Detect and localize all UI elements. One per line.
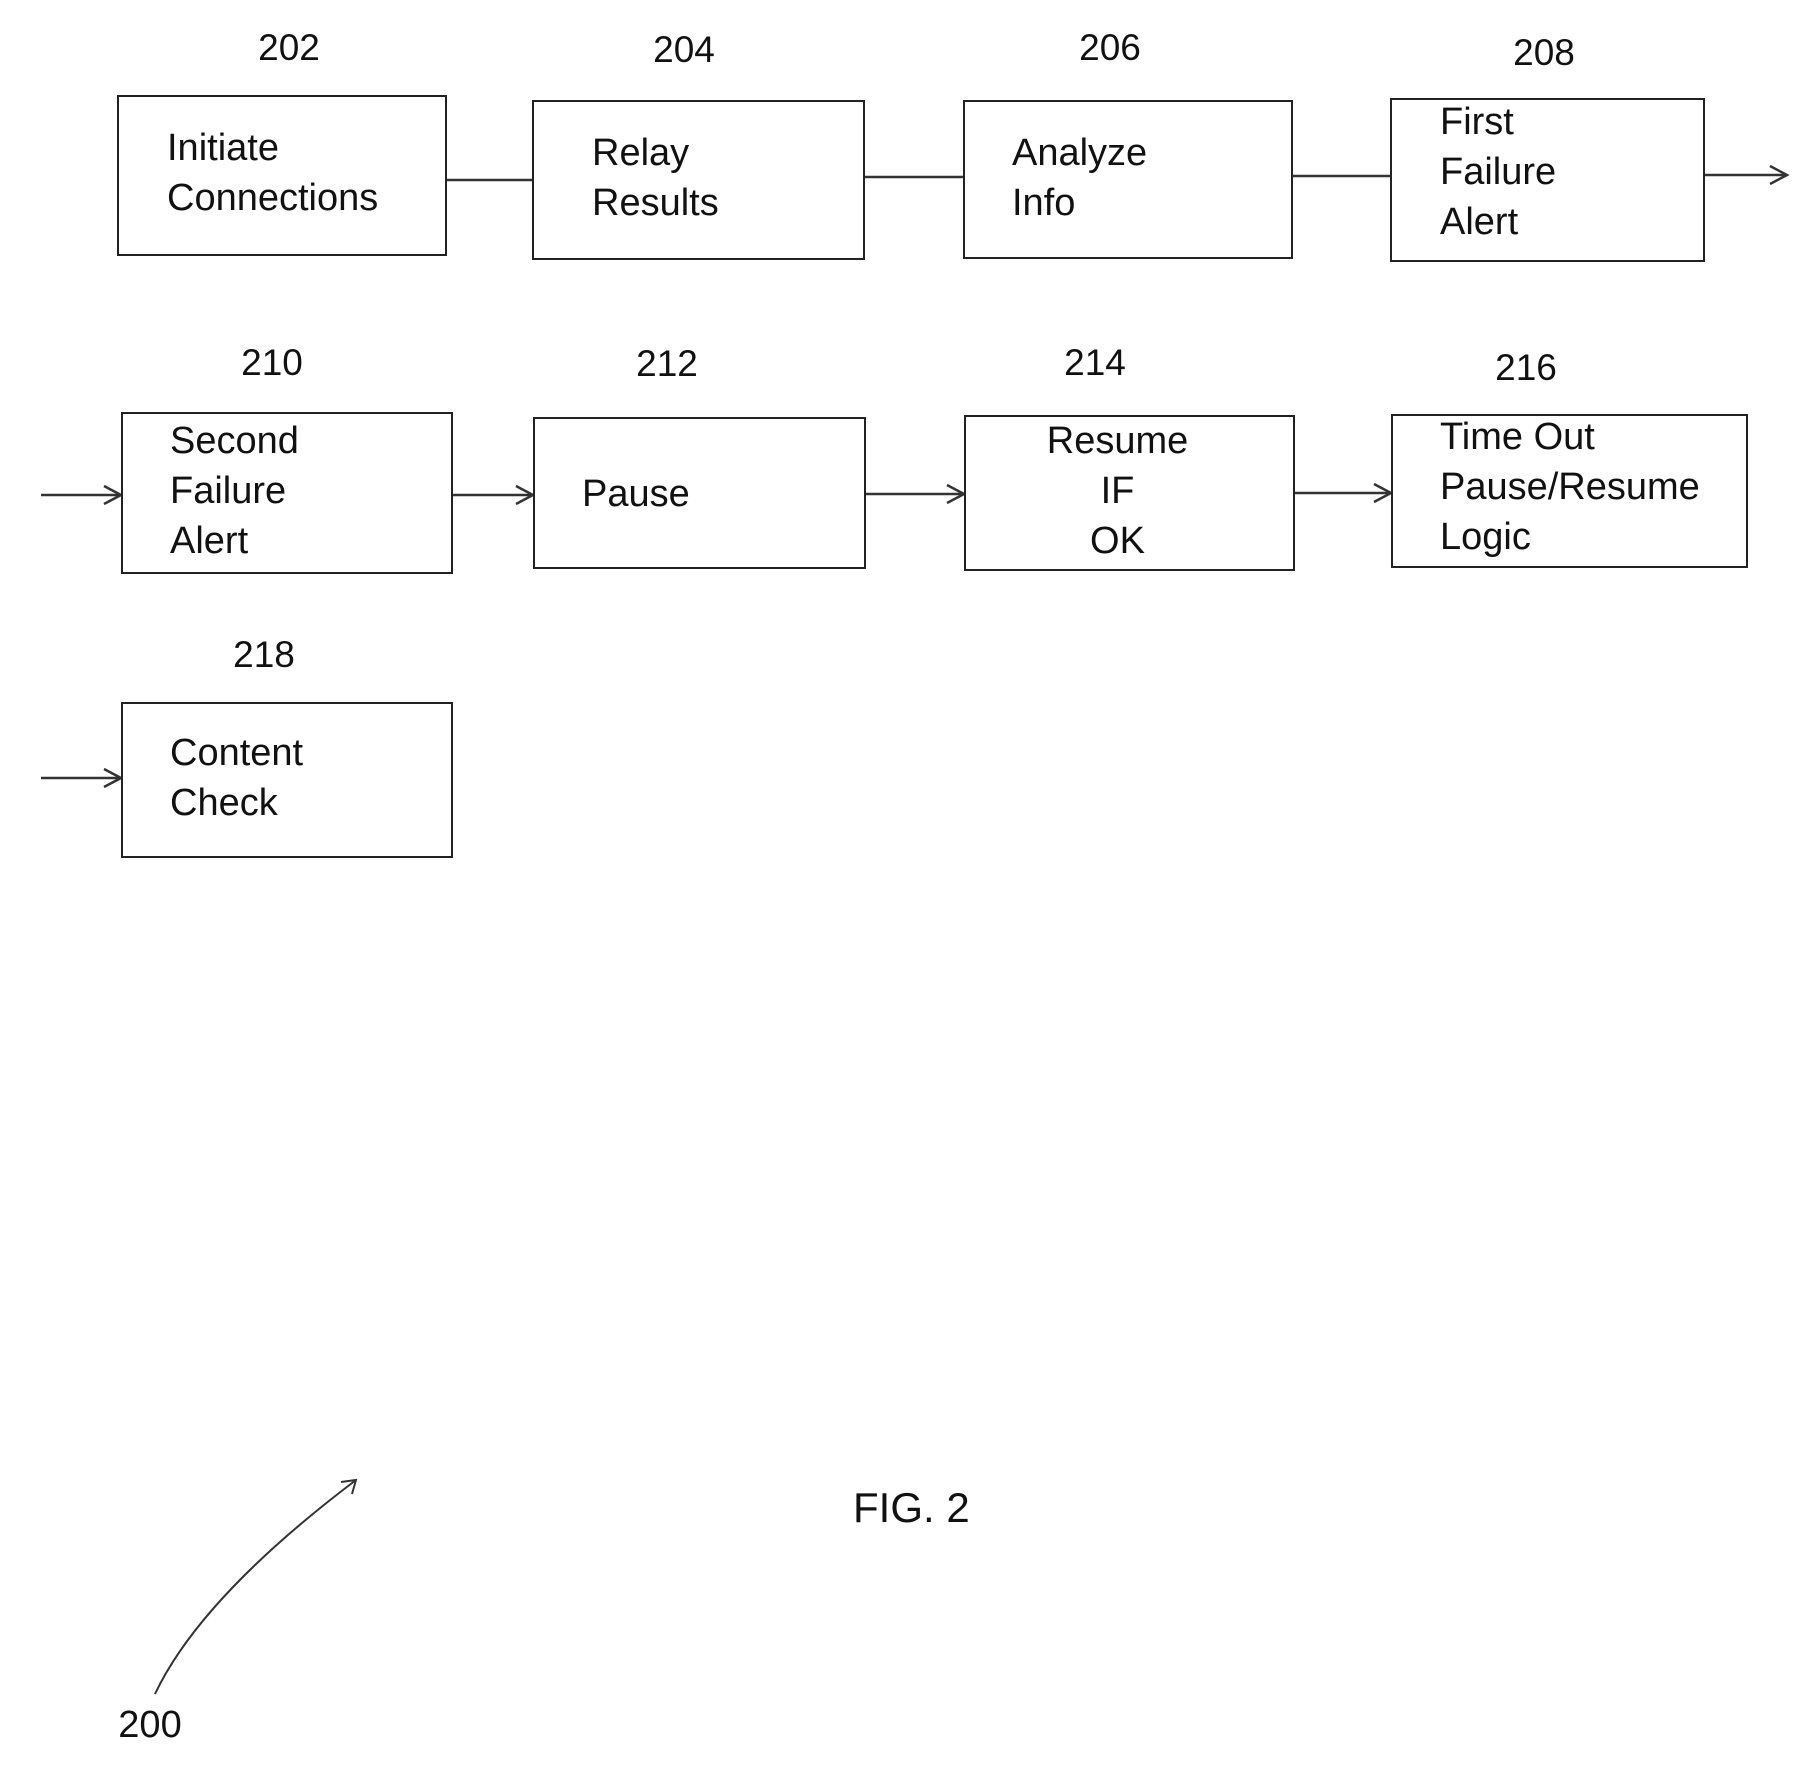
reference-leader-200 — [154, 1478, 358, 1695]
step-text-216: Time Out Pause/Resume Logic — [1440, 416, 1700, 558]
step-text-218: Content Check — [170, 732, 304, 824]
step-text-208: First Failure Alert — [1440, 101, 1557, 243]
ref-label-202: 202 — [258, 27, 320, 68]
step-box-time-out-pause-resume-logic: Time Out Pause/Resume Logic — [1391, 414, 1748, 568]
step-text-202: Initiate Connections — [167, 127, 379, 219]
step-box-first-failure-alert: First Failure Alert — [1390, 98, 1705, 262]
step-box-pause: Pause — [533, 417, 866, 569]
arrow-210-212 — [453, 484, 536, 506]
step-text-214: Resume IF OK — [1046, 420, 1189, 562]
figure-caption: FIG. 2 — [853, 1484, 970, 1531]
step-box-relay-results: Relay Results — [532, 100, 865, 260]
ref-label-216: 216 — [1495, 347, 1557, 388]
figure-reference-200: 200 — [118, 1704, 182, 1746]
step-box-content-check: Content Check — [121, 702, 453, 858]
ref-label-214: 214 — [1064, 342, 1126, 383]
step-text-204: Relay Results — [592, 132, 719, 224]
step-text-210: Second Failure Alert — [170, 420, 299, 562]
step-text-212: Pause — [582, 473, 690, 515]
step-box-second-failure-alert: Second Failure Alert — [121, 412, 453, 574]
ref-label-208: 208 — [1513, 32, 1575, 73]
arrow-out-208 — [1705, 164, 1790, 186]
ref-label-212: 212 — [636, 343, 698, 384]
step-text-206: Analyze Info — [1012, 132, 1148, 224]
step-box-resume-if-ok: Resume IF OK — [964, 415, 1295, 571]
step-box-analyze-info: Analyze Info — [963, 100, 1293, 259]
arrow-212-214 — [866, 483, 967, 505]
ref-label-210: 210 — [241, 342, 303, 383]
ref-label-204: 204 — [653, 29, 715, 70]
arrow-in-210 — [41, 484, 124, 506]
ref-label-206: 206 — [1079, 27, 1141, 68]
ref-label-218: 218 — [233, 634, 295, 675]
arrow-in-218 — [41, 767, 124, 789]
arrow-214-216 — [1295, 482, 1394, 504]
step-box-initiate-connections: Initiate Connections — [117, 95, 447, 256]
